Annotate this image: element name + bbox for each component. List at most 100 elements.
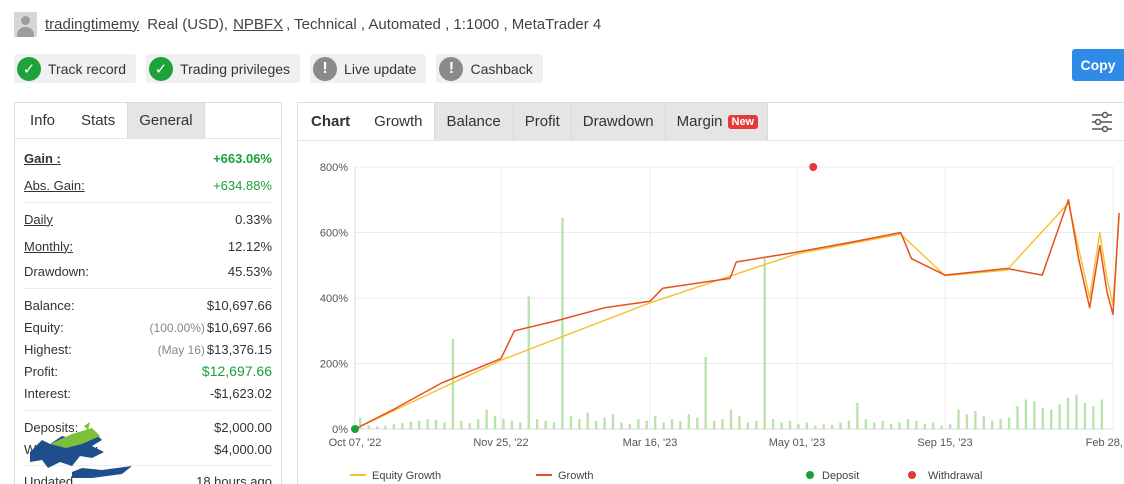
stat-daily: Daily 0.33% — [24, 208, 272, 230]
account-username[interactable]: tradingtimemy — [45, 16, 139, 33]
stat-equity: Equity: (100.00%) $10,697.66 — [24, 316, 272, 338]
badge-cashback[interactable]: ! Cashback — [436, 54, 543, 83]
volume-bar — [1083, 402, 1087, 429]
account-summary: Real (USD), — [147, 15, 229, 33]
volume-bar — [965, 414, 969, 429]
chart-panel: Chart Growth Balance Profit Drawdown Mar… — [297, 102, 1124, 484]
volume-bar — [999, 419, 1002, 429]
x-tick-label: Oct 07, '22 — [329, 437, 382, 449]
volume-bar — [940, 425, 943, 429]
volume-bar — [569, 415, 573, 429]
volume-bar — [864, 419, 868, 429]
volume-bar — [1092, 406, 1095, 429]
volume-bar — [1041, 407, 1044, 429]
badge-label: Cashback — [470, 60, 533, 77]
volume-bar — [578, 419, 581, 429]
volume-bar — [948, 424, 952, 429]
stat-label: Highest: — [24, 341, 72, 357]
stats-tabs: Info Stats General — [15, 103, 281, 139]
badge-label: Trading privileges — [180, 60, 291, 77]
stat-value: $13,376.15 — [206, 341, 272, 357]
volume-bar — [1024, 399, 1028, 429]
volume-bar — [746, 422, 750, 429]
stat-label[interactable]: Daily — [24, 212, 53, 227]
legend-deposit-swatch — [806, 471, 814, 479]
stat-gain: Gain : +663.06% — [24, 147, 272, 169]
volume-bar — [645, 420, 648, 429]
badge-live-update[interactable]: ! Live update — [310, 54, 427, 83]
stat-label[interactable]: Abs. Gain: — [24, 178, 85, 193]
volume-bar — [434, 419, 438, 429]
stat-value: $10,697.66 — [206, 297, 272, 313]
volume-bar — [771, 419, 775, 429]
account-header: tradingtimemy Real (USD), NPBFX , Techni… — [14, 10, 601, 38]
legend-label: Withdrawal — [928, 470, 982, 482]
stat-value: $10,697.66 — [206, 319, 272, 335]
bull-logo — [30, 422, 132, 478]
stat-note: (100.00%) — [149, 320, 205, 335]
volume-bar — [544, 420, 547, 429]
tab-info[interactable]: Info — [15, 103, 70, 138]
x-tick-label: May 01, '23 — [769, 437, 826, 449]
volume-bar — [856, 402, 859, 429]
volume-bar — [460, 420, 463, 429]
volume-bar — [611, 414, 615, 429]
stat-balance: Balance: $10,697.66 — [24, 294, 272, 316]
x-tick-label: Mar 16, '23 — [623, 437, 678, 449]
x-tick-label: Nov 25, '22 — [473, 437, 528, 449]
volume-bar — [788, 420, 792, 429]
tab-general[interactable]: General — [128, 103, 205, 138]
stat-drawdown: Drawdown: 45.53% — [24, 260, 272, 282]
stat-profit: Profit: $12,697.66 — [24, 360, 272, 382]
stat-label: Drawdown: — [24, 263, 90, 279]
stat-value: 18 hours ago — [196, 473, 272, 484]
y-tick-label: 800% — [320, 162, 348, 174]
volume-bar — [712, 420, 716, 429]
volume-bar — [653, 415, 657, 429]
volume-bar — [780, 422, 783, 429]
equity-growth-line — [354, 202, 1120, 430]
stat-label[interactable]: Monthly: — [24, 239, 73, 254]
volume-bar — [552, 422, 556, 429]
volume-bar — [561, 217, 564, 429]
volume-bar — [586, 412, 589, 429]
stat-interest: Interest: -$1,623.02 — [24, 382, 272, 404]
stat-abs-gain: Abs. Gain: +634.88% — [24, 174, 272, 196]
stat-label: Profit: — [24, 363, 58, 379]
volume-bar — [662, 422, 665, 429]
volume-bar — [915, 420, 918, 429]
stat-value: $12,697.66 — [201, 363, 272, 379]
exclamation-icon: ! — [313, 56, 338, 81]
volume-bar — [729, 409, 733, 429]
volume-bar — [889, 424, 893, 429]
badge-track-record[interactable]: ✓ Track record — [14, 54, 137, 83]
account-broker[interactable]: NPBFX — [233, 16, 283, 33]
check-icon: ✓ — [17, 56, 41, 81]
x-tick-label: Sep 15, '23 — [917, 437, 972, 449]
badge-label: Track record — [48, 60, 127, 77]
volume-bar — [519, 422, 522, 429]
volume-bar — [1058, 404, 1061, 429]
legend-label: Growth — [558, 470, 593, 482]
volume-bar — [485, 409, 488, 429]
volume-bar — [932, 422, 935, 429]
volume-bar — [847, 420, 851, 429]
volume-bar — [392, 424, 396, 429]
volume-bar — [510, 420, 514, 429]
stat-value: +634.88% — [213, 177, 272, 193]
volume-bar — [696, 417, 699, 429]
badge-trading-privileges[interactable]: ✓ Trading privileges — [146, 54, 301, 83]
stat-value: -$1,623.02 — [209, 385, 272, 401]
stat-value: 12.12% — [227, 238, 272, 254]
volume-bar — [375, 426, 379, 429]
volume-bar — [738, 415, 741, 429]
volume-bar — [814, 425, 817, 429]
volume-bar — [822, 424, 825, 429]
stat-value: 0.33% — [235, 211, 272, 227]
tab-stats[interactable]: Stats — [69, 103, 129, 138]
copy-button[interactable]: Copy — [1072, 49, 1124, 81]
y-tick-label: 200% — [320, 359, 348, 371]
volume-bar — [704, 356, 707, 429]
legend-withdrawal-swatch — [908, 471, 916, 479]
stat-label[interactable]: Gain : — [24, 151, 61, 166]
